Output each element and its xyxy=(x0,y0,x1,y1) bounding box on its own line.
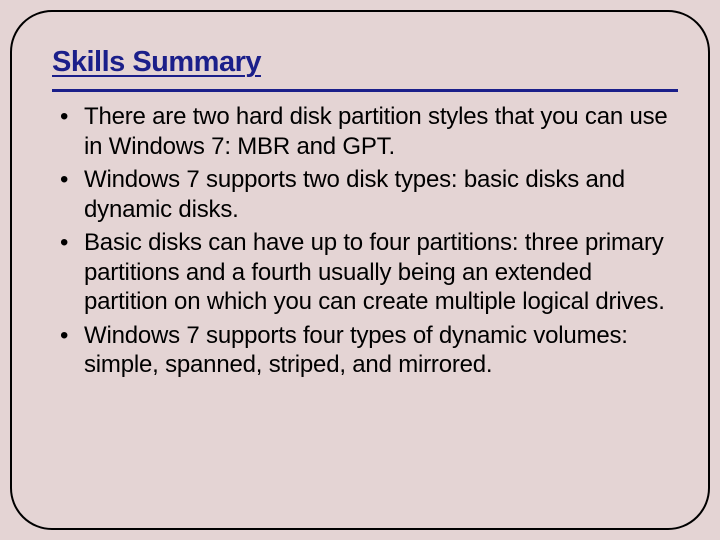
list-item: There are two hard disk partition styles… xyxy=(54,102,672,161)
list-item: Windows 7 supports four types of dynamic… xyxy=(54,321,672,380)
slide-title: Skills Summary xyxy=(52,46,678,79)
bullet-list: There are two hard disk partition styles… xyxy=(50,102,678,380)
list-item: Basic disks can have up to four partitio… xyxy=(54,228,672,317)
list-item: Windows 7 supports two disk types: basic… xyxy=(54,165,672,224)
title-underline-rule xyxy=(52,89,678,92)
slide-card: Skills Summary There are two hard disk p… xyxy=(10,10,710,530)
